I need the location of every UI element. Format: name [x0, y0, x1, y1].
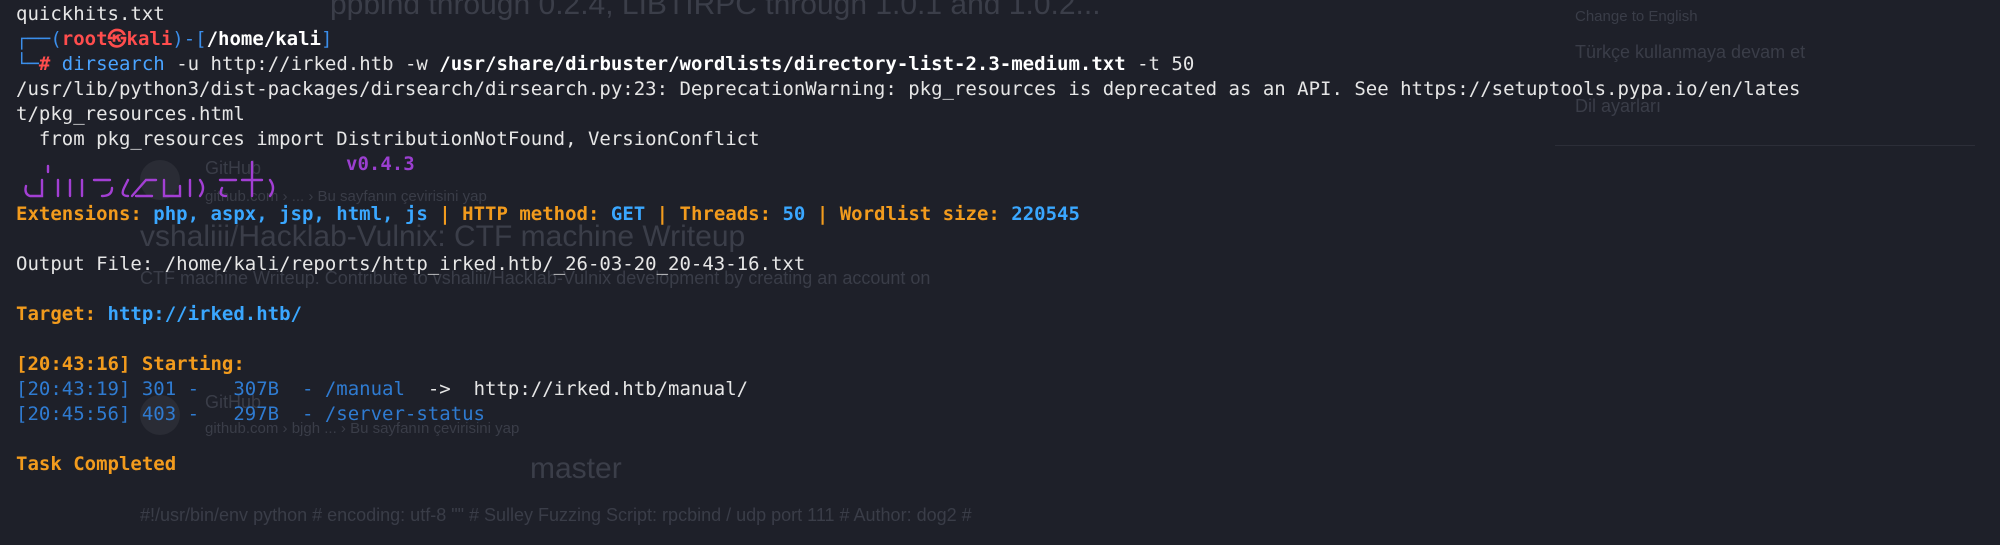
threads-value: 50 [782, 203, 806, 225]
extensions-label: Extensions: [16, 203, 154, 225]
prompt-corner: └─ [16, 53, 39, 75]
prompt-user: root㉿kali [61, 28, 173, 50]
prompt-line: ┌──(root㉿kali)-[/home/kali] [16, 27, 1990, 52]
target-url: http://irked.htb/ [107, 303, 302, 325]
wordlist-size-value: 220545 [1011, 203, 1080, 225]
result-row: [20:45:56] 403 - 297B - /server-status [16, 402, 1990, 427]
prompt-open: ┌──( [16, 28, 62, 50]
dirsearch-logo: v0.4.3 [16, 152, 1990, 202]
prompt-dir: /home/kali [206, 28, 321, 50]
prompt-hash: # [38, 53, 51, 75]
dirsearch-ascii-logo-icon [24, 160, 275, 198]
threads-label: Threads: [679, 203, 783, 225]
command-line[interactable]: └─# dirsearch -u http://irked.htb -w /us… [16, 52, 1990, 77]
warning-line-3: from pkg_resources import DistributionNo… [16, 128, 760, 150]
target-label: Target: [16, 303, 108, 325]
output-file-line: Output File: /home/kali/reports/http_irk… [16, 253, 806, 275]
wordlist-size-label: Wordlist size: [839, 203, 1012, 225]
warning-line-1: /usr/lib/python3/dist-packages/dirsearch… [16, 78, 1801, 100]
version-label: v0.4.3 [346, 153, 415, 175]
http-method-label: HTTP method: [462, 203, 611, 225]
result-redirect: -> http://irked.htb/manual/ [427, 378, 749, 400]
command-bin: dirsearch [61, 53, 165, 75]
separator-1: | [427, 203, 463, 225]
target-line: Target: http://irked.htb/ [16, 302, 1990, 327]
prompt-end: ] [321, 28, 333, 50]
result-status: [20:43:19] 301 - 307B - /manual [16, 378, 428, 400]
task-completed-line: Task Completed [16, 453, 177, 475]
scan-info-line: Extensions: php, aspx, jsp, html, js | H… [16, 202, 1990, 227]
warning-line-2: t/pkg_resources.html [16, 103, 245, 125]
bg-result-snippet-2: #!/usr/bin/env python # encoding: utf-8 … [140, 505, 972, 525]
http-method-value: GET [610, 203, 646, 225]
command-wordlist: /usr/share/dirbuster/wordlists/directory… [439, 53, 1126, 75]
command-threads: -t 50 [1125, 53, 1195, 75]
result-row: [20:43:19] 301 - 307B - /manual -> http:… [16, 377, 1990, 402]
prompt-close: )-[ [172, 28, 207, 50]
command-args: -u http://irked.htb -w [164, 53, 440, 75]
starting-line: [20:43:16] Starting: [16, 353, 245, 375]
previous-output-line: quickhits.txt [16, 3, 165, 25]
terminal-output[interactable]: quickhits.txt ┌──(root㉿kali)-[/home/kali… [16, 2, 1990, 477]
extensions-value: php, aspx, jsp, html, js [153, 203, 428, 225]
separator-3: | [805, 203, 840, 225]
separator-2: | [645, 203, 680, 225]
result-status: [20:45:56] 403 - 297B - /server-status [16, 403, 485, 425]
